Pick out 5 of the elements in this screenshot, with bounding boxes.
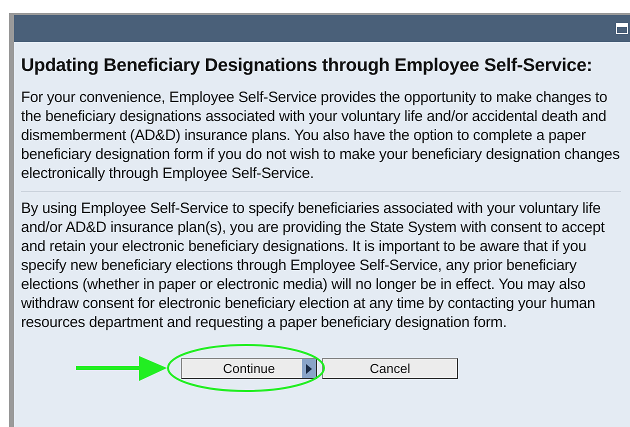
dialog-heading: Updating Beneficiary Designations through Employee Self-Service:	[21, 54, 594, 76]
cancel-button[interactable]: Cancel	[322, 358, 458, 379]
paragraph: By using Employee Self-Service to specify beneficiaries associated with your voluntary life and/or AD&D insurance plan(s), you are providing the State System with consent to accept and retain your electronic beneficiary designations. It is important to be aware that if you specify new beneficiary elections through Employee Self-Service, any prior beneficiary elections (whether in paper or electronic media) will no longer be in effect. You may also withdraw consent for electronic beneficiary election at any time by contacting your human resources department and requesting a paper beneficiary designation form.	[21, 199, 606, 332]
paragraph: For your convenience, Employee Self-Service provides the opportunity to make changes to the beneficiary designations associated with your voluntary life and/or accidental death and dismemberment (AD&D) insurance plans. You also have the option to complete a paper beneficiary designation form if you do not wish to make your beneficiary designation changes electronically through Employee Self-Service.	[21, 88, 621, 183]
continue-button[interactable]: Continue	[181, 358, 317, 379]
